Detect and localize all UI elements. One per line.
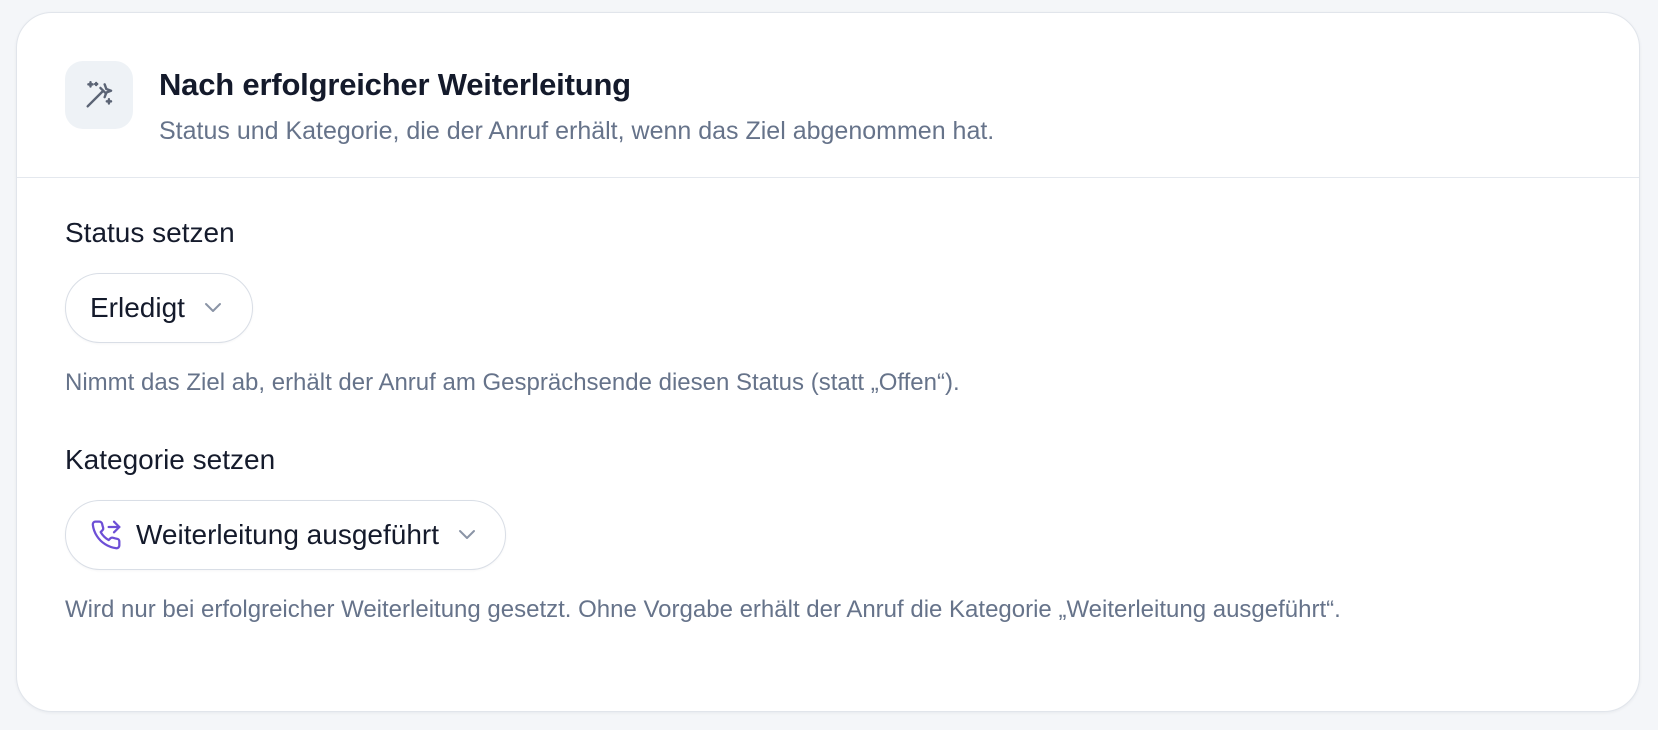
chevron-down-icon [203, 302, 223, 314]
category-label: Kategorie setzen [65, 444, 276, 475]
status-label: Status setzen [65, 217, 235, 248]
status-help-text: Nimmt das Ziel ab, erhält der Anruf am G… [65, 369, 960, 396]
category-help-text: Wird nur bei erfolgreicher Weiterleitung… [65, 596, 1341, 623]
category-select-value: Weiterleitung ausgeführt [136, 519, 439, 550]
phone-forward-icon [90, 519, 122, 551]
section-subtitle: Status und Kategorie, die der Anruf erhä… [159, 117, 995, 145]
status-select-value: Erledigt [90, 292, 185, 323]
section-title: Nach erfolgreicher Weiterleitung [159, 67, 631, 102]
card-header: Nach erfolgreicher Weiterleitung Status … [17, 13, 1639, 178]
category-select[interactable]: Weiterleitung ausgeführt [65, 500, 506, 570]
chevron-down-icon [457, 529, 477, 541]
settings-card: Nach erfolgreicher Weiterleitung Status … [16, 12, 1640, 712]
magic-wand-icon [65, 61, 133, 129]
status-select[interactable]: Erledigt [65, 273, 253, 343]
